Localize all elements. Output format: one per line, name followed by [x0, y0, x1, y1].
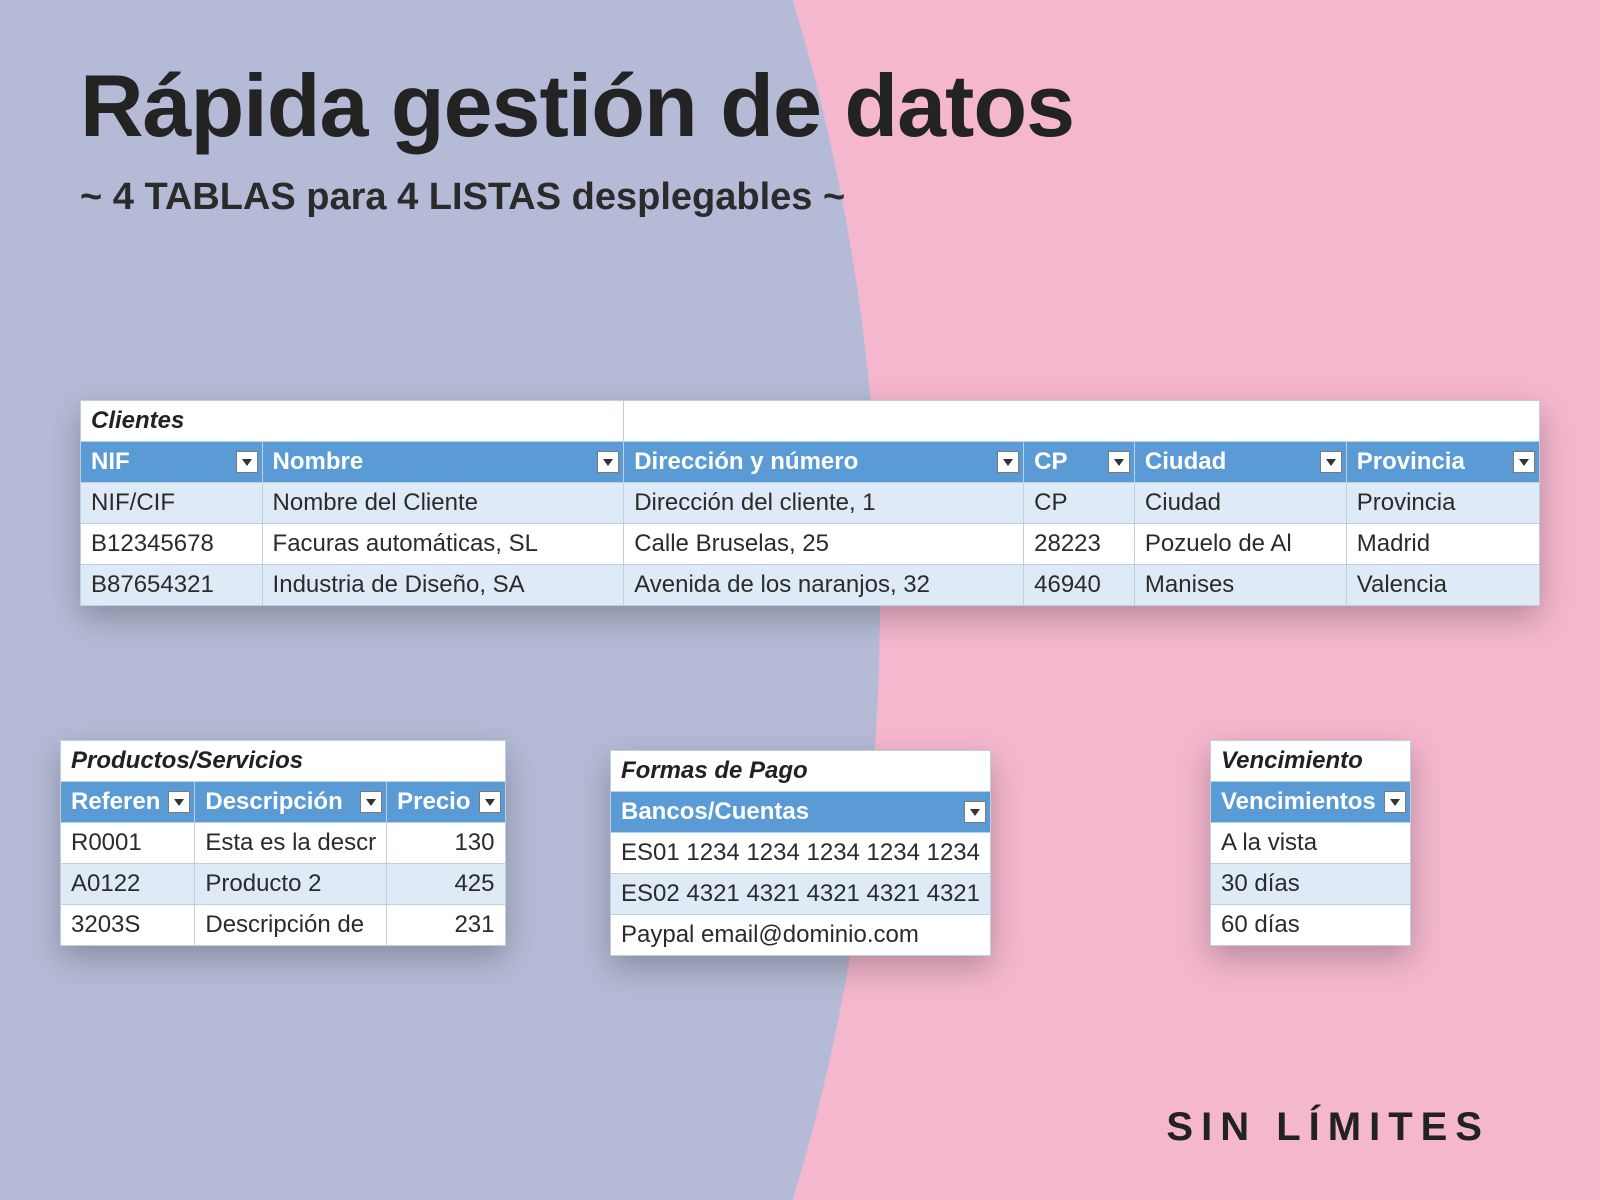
subtitle-end: desplegables ~	[561, 176, 845, 218]
table-row: R0001Esta es la descr130	[61, 823, 506, 864]
table-clientes: Clientes NIF Nombre Dirección y número C…	[80, 400, 1540, 606]
table-vencimiento: Vencimiento Vencimientos A la vista 30 d…	[1210, 740, 1411, 946]
table-title: Clientes	[81, 401, 624, 442]
filter-icon[interactable]	[597, 451, 619, 473]
col-cp[interactable]: CP	[1024, 442, 1135, 483]
page-title: Rápida gestión de datos	[80, 60, 1520, 152]
table-row: 60 días	[1211, 905, 1411, 946]
col-descripcion[interactable]: Descripción	[195, 782, 387, 823]
table-row: A0122Producto 2425	[61, 864, 506, 905]
table-row: B87654321Industria de Diseño, SAAvenida …	[81, 565, 1540, 606]
filter-icon[interactable]	[1320, 451, 1342, 473]
table-row: B12345678Facuras automáticas, SLCalle Br…	[81, 524, 1540, 565]
filter-icon[interactable]	[479, 791, 501, 813]
table-row: NIF/CIFNombre del ClienteDirección del c…	[81, 483, 1540, 524]
filter-icon[interactable]	[1384, 791, 1406, 813]
table-row: Paypal email@dominio.com	[611, 915, 991, 956]
col-nombre[interactable]: Nombre	[262, 442, 624, 483]
filter-icon[interactable]	[1513, 451, 1535, 473]
col-bancos[interactable]: Bancos/Cuentas	[611, 792, 991, 833]
filter-icon[interactable]	[1108, 451, 1130, 473]
table-row: 3203SDescripción de231	[61, 905, 506, 946]
filter-icon[interactable]	[997, 451, 1019, 473]
table-row: ES01 1234 1234 1234 1234 1234	[611, 833, 991, 874]
col-direccion[interactable]: Dirección y número	[624, 442, 1024, 483]
filter-icon[interactable]	[964, 801, 986, 823]
table-productos: Productos/Servicios Referen Descripción …	[60, 740, 506, 946]
col-ciudad[interactable]: Ciudad	[1134, 442, 1346, 483]
table-row: 30 días	[1211, 864, 1411, 905]
subtitle-listas: 4 LISTAS	[397, 176, 561, 218]
table-row: ES02 4321 4321 4321 4321 4321	[611, 874, 991, 915]
col-nif[interactable]: NIF	[81, 442, 263, 483]
table-title: Productos/Servicios	[61, 741, 506, 782]
subtitle-prefix: ~	[80, 176, 113, 218]
table-pagos: Formas de Pago Bancos/Cuentas ES01 1234 …	[610, 750, 991, 956]
filter-icon[interactable]	[360, 791, 382, 813]
table-title: Formas de Pago	[611, 751, 991, 792]
col-vencimientos[interactable]: Vencimientos	[1211, 782, 1411, 823]
col-referencia[interactable]: Referen	[61, 782, 195, 823]
subtitle-tablas: 4 TABLAS	[113, 176, 296, 218]
subtitle-mid: para	[296, 176, 397, 218]
col-precio[interactable]: Precio	[387, 782, 505, 823]
footer-tagline: SIN LÍMITES	[1166, 1105, 1490, 1150]
table-row: A la vista	[1211, 823, 1411, 864]
col-provincia[interactable]: Provincia	[1346, 442, 1539, 483]
page-subtitle: ~ 4 TABLAS para 4 LISTAS desplegables ~	[80, 176, 1520, 219]
table-title: Vencimiento	[1211, 741, 1411, 782]
filter-icon[interactable]	[236, 451, 258, 473]
filter-icon[interactable]	[168, 791, 190, 813]
